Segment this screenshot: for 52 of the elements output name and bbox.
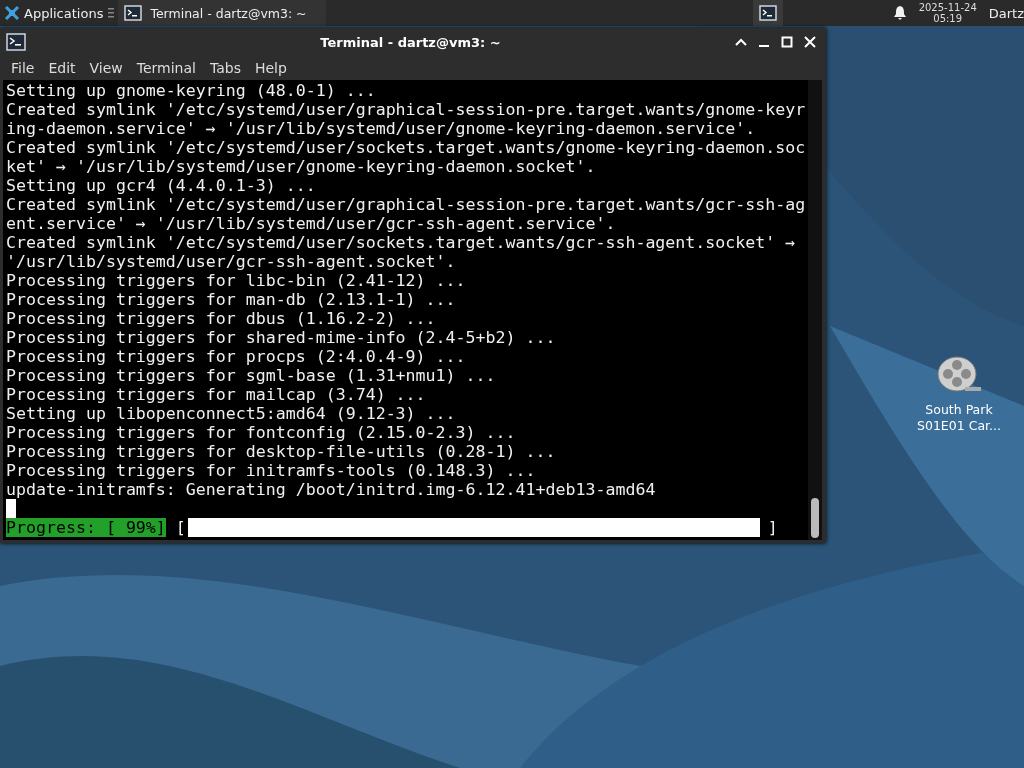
terminal-line: Setting up gcr4 (4.4.0.1-3) ...	[6, 176, 317, 195]
terminal-icon	[758, 5, 777, 21]
shade-icon[interactable]	[735, 36, 747, 48]
scrollbar-thumb[interactable]	[811, 498, 819, 538]
terminal-line: Processing triggers for dbus (1.16.2-2) ...	[6, 309, 437, 328]
app-menu-icon	[4, 5, 20, 21]
desktop-icon-label[interactable]: South Park S01E01 Car...	[911, 402, 1007, 434]
terminal-line: Created symlink '/etc/systemd/user/sockets.target.wants/gnome-keyring-daemon.soc	[6, 138, 807, 157]
terminal-line: Processing triggers for sgml-base (1.31+nmu1) ...	[6, 366, 497, 385]
terminal-line: Processing triggers for initramfs-tools (0.148.3) ...	[6, 461, 537, 480]
bracket: [	[174, 518, 187, 537]
handle-icon[interactable]	[108, 7, 115, 19]
applications-menu-button[interactable]: Applications	[0, 0, 107, 26]
menu-item[interactable]: Help	[247, 60, 294, 76]
taskbar-button[interactable]: Terminal - dartz@vm3: ~	[118, 0, 327, 26]
terminal-icon[interactable]	[6, 33, 26, 51]
progress-label: Progress: [ 99%]	[6, 518, 166, 537]
maximize-icon[interactable]	[781, 36, 793, 48]
menu-item[interactable]: Edit	[41, 60, 83, 76]
terminal-line: ket' → '/usr/lib/systemd/user/gnome-keyring-daemon.socket'.	[6, 157, 597, 176]
notification-bell-icon[interactable]	[892, 5, 907, 21]
window-title: Terminal - dartz@vm3: ~	[319, 34, 502, 50]
terminal-line: update-initramfs: Generating /boot/initrd.img-6.12.41+deb13-amd64	[6, 480, 657, 499]
film-reel-icon[interactable]	[935, 354, 983, 394]
terminal-line: Created symlink '/etc/systemd/user/sockets.target.wants/gcr-ssh-agent.socket' →	[6, 233, 797, 252]
terminal-line: Setting up libopenconnect5:amd64 (9.12-3) ...	[6, 404, 457, 423]
terminal-line: Processing triggers for procps (2:4.0.4-9) ...	[6, 347, 467, 366]
menu-item[interactable]: View	[82, 60, 130, 76]
terminal-line: Processing triggers for fontconfig (2.15.0-2.3) ...	[6, 423, 517, 442]
user-name[interactable]: Dartz	[988, 5, 1024, 21]
terminal-line: ing-daemon.service' → '/usr/lib/systemd/user/gnome-keyring-daemon.service'.	[6, 119, 757, 138]
menu-item[interactable]: Tabs	[202, 60, 248, 76]
terminal-line: Processing triggers for desktop-file-utils (0.28-1) ...	[6, 442, 557, 461]
scrollbar[interactable]	[808, 80, 822, 540]
terminal-line: ent.service' → '/usr/lib/systemd/user/gcr-ssh-agent.service'.	[6, 214, 617, 233]
terminal-icon	[124, 5, 143, 21]
workspace-button[interactable]	[752, 0, 783, 26]
terminal-line: '/usr/lib/systemd/user/gcr-ssh-agent.socket'.	[6, 252, 457, 271]
bracket: ]	[766, 518, 779, 537]
terminal-line: Setting up gnome-keyring (48.0-1) ...	[6, 81, 377, 100]
terminal-area[interactable]	[3, 80, 822, 540]
menu-item[interactable]: Terminal	[129, 60, 203, 76]
menu-item[interactable]: File	[4, 60, 42, 76]
terminal-line: Processing triggers for man-db (2.13.1-1) ...	[6, 290, 457, 309]
terminal-line: Processing triggers for mailcap (3.74) ...	[6, 385, 427, 404]
terminal-line: Processing triggers for libc-bin (2.41-12) ...	[6, 271, 467, 290]
clock-date: 2025-11-24	[918, 2, 977, 13]
close-icon[interactable]	[804, 36, 816, 48]
terminal-line: Created symlink '/etc/systemd/user/graphical-session-pre.target.wants/gcr-ssh-ag	[6, 195, 807, 214]
terminal-line: Created symlink '/etc/systemd/user/graphical-session-pre.target.wants/gnome-keyr	[6, 100, 807, 119]
clock-time: 05:19	[933, 13, 963, 24]
terminal-line: Processing triggers for shared-mime-info (2.4-5+b2) ...	[6, 328, 557, 347]
